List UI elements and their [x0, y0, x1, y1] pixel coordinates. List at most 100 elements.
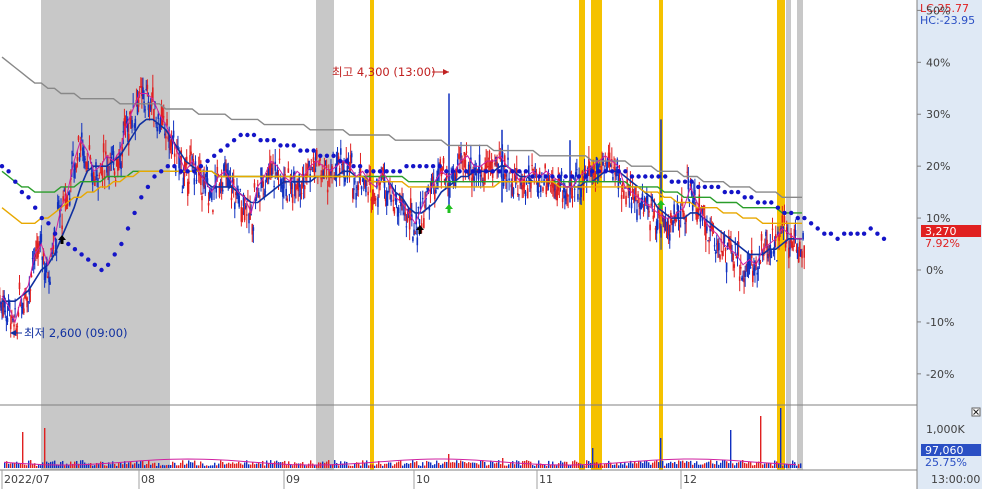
envelope-dot — [79, 252, 84, 257]
volume-bar — [738, 462, 740, 468]
envelope-dot — [39, 215, 44, 221]
candle-body — [682, 209, 684, 213]
close-icon[interactable] — [971, 407, 981, 417]
candle-body — [288, 194, 291, 196]
volume-bar — [676, 464, 678, 468]
candle-body — [721, 251, 724, 256]
volume-bar — [408, 463, 410, 468]
envelope-dot — [225, 143, 230, 148]
volume-bar — [376, 464, 378, 468]
envelope-dot — [855, 231, 860, 236]
volume-bar — [652, 462, 654, 468]
candle-body — [264, 191, 267, 193]
envelope-dot — [238, 132, 243, 138]
envelope-dot — [530, 174, 535, 179]
candle-body — [63, 189, 66, 192]
x-tick-label: 08 — [141, 473, 155, 486]
volume-bar — [10, 463, 12, 468]
volume-bar — [662, 461, 664, 468]
candle-body — [201, 195, 203, 201]
volume-bar — [140, 460, 142, 468]
volume-bar — [162, 464, 164, 468]
volume-bar — [702, 464, 704, 468]
volume-bar — [644, 460, 646, 468]
candle-body — [641, 193, 644, 204]
candle-body — [26, 297, 28, 308]
volume-bar — [716, 460, 718, 468]
volume-bar — [606, 463, 608, 468]
volume-bar — [672, 463, 674, 468]
volume-bar — [258, 462, 260, 468]
candle-body — [773, 241, 776, 249]
candle-body — [165, 136, 167, 139]
volume-bar — [100, 461, 102, 468]
volume-bar — [346, 461, 348, 468]
candle-body — [35, 249, 37, 251]
envelope-dot — [470, 169, 475, 174]
candle-body — [532, 168, 534, 171]
volume-bar — [524, 460, 526, 468]
volume-bar — [54, 460, 56, 468]
volume-bar — [690, 460, 692, 468]
volume-bar — [334, 460, 336, 468]
candle-body — [686, 171, 689, 173]
volume-bar — [458, 463, 460, 468]
volume-bar — [514, 464, 516, 468]
candle-body — [757, 268, 760, 270]
envelope-dot — [735, 189, 741, 195]
candle-body — [553, 184, 555, 192]
volume-bar — [598, 464, 600, 468]
volume-bar — [648, 462, 650, 468]
volume-bar — [244, 462, 246, 468]
envelope-dot — [629, 174, 635, 179]
candle-body — [87, 168, 90, 170]
envelope-dot — [702, 184, 708, 190]
volume-bar — [234, 463, 236, 468]
volume-bar — [618, 465, 620, 468]
volume-bar — [176, 465, 178, 468]
volume-bar — [762, 464, 764, 468]
volume-bar — [228, 462, 230, 468]
candle-body — [173, 153, 176, 157]
volume-bar — [444, 461, 446, 468]
y-tick-label: -20% — [926, 368, 954, 381]
x-tick-label: 10 — [416, 473, 430, 486]
candle-body — [24, 294, 26, 298]
candle-body — [756, 272, 758, 275]
volume-bar — [634, 461, 636, 468]
envelope-dot — [364, 169, 369, 174]
candle-body — [354, 181, 356, 183]
candle-body — [190, 151, 192, 155]
candle-body — [423, 218, 425, 228]
envelope-dot — [72, 247, 78, 252]
volume-bar — [142, 460, 144, 468]
envelope-dot — [596, 169, 601, 174]
candle-body — [577, 194, 579, 200]
volume-bar — [488, 464, 490, 468]
volume-bar — [224, 464, 226, 468]
envelope-dot — [19, 189, 25, 195]
envelope-dot — [815, 226, 820, 231]
envelope-dot — [789, 210, 794, 216]
volume-bar — [482, 460, 484, 468]
volume-bar — [132, 464, 134, 468]
candle-body — [122, 131, 125, 133]
candle-body — [48, 277, 50, 283]
candle-body — [549, 184, 552, 186]
volume-bar — [674, 461, 676, 468]
volume-bar — [512, 461, 514, 468]
volume-bar — [530, 461, 532, 468]
envelope-dot — [828, 231, 834, 236]
volume-bar — [502, 458, 504, 468]
envelope-dot — [590, 169, 595, 174]
candle-body — [31, 257, 34, 259]
candle-body — [96, 174, 98, 177]
volume-bar — [744, 462, 746, 468]
high-annotation: 최고 4,300 (13:00) — [332, 65, 449, 79]
envelope-dot — [762, 200, 767, 205]
candle-body — [230, 197, 233, 201]
candle-body — [749, 267, 752, 269]
candle-body — [4, 310, 7, 313]
envelope-dot — [192, 169, 197, 174]
x-tick-label: 13:00:00 — [931, 473, 980, 486]
